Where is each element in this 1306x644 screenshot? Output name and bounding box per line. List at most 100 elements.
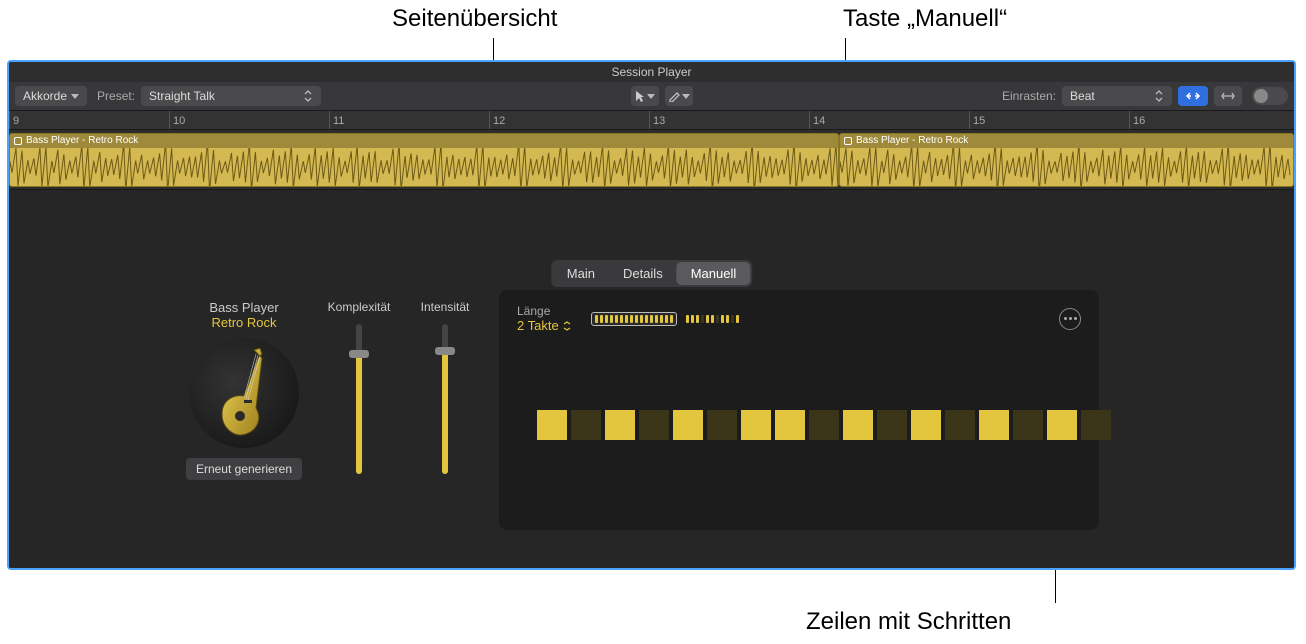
page-dot (670, 315, 673, 323)
step-cell[interactable] (809, 410, 839, 440)
page-dot (701, 315, 704, 323)
step-cell[interactable] (673, 410, 703, 440)
window-title: Session Player (611, 65, 691, 79)
pointer-tool[interactable] (631, 86, 659, 106)
length-select[interactable]: 2 Takte (517, 318, 571, 333)
timeline-ruler[interactable]: 910111213141516 (9, 110, 1294, 130)
step-cell[interactable] (571, 410, 601, 440)
tab-details[interactable]: Details (609, 262, 677, 285)
step-cell[interactable] (741, 410, 771, 440)
window-titlebar: Session Player (9, 62, 1294, 82)
step-cell[interactable] (911, 410, 941, 440)
region-name: Bass Player - Retro Rock (26, 134, 138, 148)
ellipsis-icon (1064, 317, 1077, 320)
step-cell[interactable] (877, 410, 907, 440)
page-dot (620, 315, 623, 323)
chevron-down-icon (682, 94, 690, 99)
page-dot (630, 315, 633, 323)
page-dot (711, 315, 714, 323)
complexity-slider[interactable] (356, 324, 362, 474)
waveform (10, 148, 838, 186)
audio-region[interactable]: Bass Player - Retro Rock (839, 133, 1294, 187)
page-dot (721, 315, 724, 323)
complexity-label: Komplexität (328, 300, 391, 314)
ruler-mark: 10 (169, 111, 185, 129)
step-cell[interactable] (775, 410, 805, 440)
loop-icon (14, 137, 22, 145)
page-dot (736, 315, 739, 323)
chevron-down-icon (71, 94, 79, 99)
page-overview (591, 312, 742, 326)
audio-region[interactable]: Bass Player - Retro Rock (9, 133, 839, 187)
chords-button[interactable]: Akkorde (15, 86, 87, 106)
pencil-tool[interactable] (665, 86, 693, 106)
regenerate-button[interactable]: Erneut generieren (186, 458, 302, 480)
track-lane[interactable]: Bass Player - Retro Rock Bass Player - Re… (9, 130, 1294, 190)
step-cell[interactable] (639, 410, 669, 440)
page-thumbnail[interactable] (683, 313, 742, 325)
length-value: 2 Takte (517, 318, 559, 333)
more-button[interactable] (1059, 308, 1081, 330)
tab-manual[interactable]: Manuell (677, 262, 751, 285)
ruler-mark: 14 (809, 111, 825, 129)
step-cell[interactable] (843, 410, 873, 440)
step-cell[interactable] (979, 410, 1009, 440)
updown-icon (1154, 90, 1164, 102)
preset-value: Straight Talk (149, 89, 215, 103)
page-dot (686, 315, 689, 323)
step-cell[interactable] (1047, 410, 1077, 440)
stretch-button[interactable] (1214, 86, 1242, 106)
ruler-mark: 13 (649, 111, 665, 129)
preset-label: Preset: (97, 89, 135, 103)
instrument-type-label: Bass Player (209, 300, 278, 315)
page-dot (731, 315, 734, 323)
snap-fit-icon (1185, 90, 1201, 102)
page-dot (716, 315, 719, 323)
editor-area: Main Details Manuell Bass Player Retro R… (9, 190, 1294, 568)
chevron-down-icon (647, 94, 655, 99)
page-dot (665, 315, 668, 323)
page-dot (645, 315, 648, 323)
ruler-mark: 15 (969, 111, 985, 129)
preset-select[interactable]: Straight Talk (141, 86, 321, 106)
callout-manual-button: Taste „Manuell“ (843, 5, 1007, 33)
complexity-slider-column: Komplexität (323, 300, 395, 474)
snap-value: Beat (1070, 89, 1095, 103)
region-header: Bass Player - Retro Rock (10, 134, 838, 148)
page-dot (600, 315, 603, 323)
toolbar: Akkorde Preset: Straight Talk Einrasten:… (9, 82, 1294, 110)
page-dot (660, 315, 663, 323)
page-dot (640, 315, 643, 323)
step-cell[interactable] (605, 410, 635, 440)
waveform (840, 148, 1293, 186)
loop-icon (844, 137, 852, 145)
bass-guitar-icon (209, 348, 279, 438)
page-dot (655, 315, 658, 323)
step-cell[interactable] (1013, 410, 1043, 440)
page-dot (615, 315, 618, 323)
step-cell[interactable] (537, 410, 567, 440)
snap-select[interactable]: Beat (1062, 86, 1172, 106)
link-toggle[interactable] (1252, 87, 1288, 105)
page-thumbnail[interactable] (591, 312, 677, 326)
instrument-block: Bass Player Retro Rock Erneut generieren (179, 300, 499, 480)
region-header: Bass Player - Retro Rock (840, 134, 1293, 148)
editor-tabs: Main Details Manuell (551, 260, 752, 287)
tab-main[interactable]: Main (553, 262, 609, 285)
updown-icon (303, 90, 313, 102)
step-cell[interactable] (1081, 410, 1111, 440)
page-dot (610, 315, 613, 323)
page-dot (595, 315, 598, 323)
snap-to-grid-button[interactable] (1178, 86, 1208, 106)
intensity-slider[interactable] (442, 324, 448, 474)
page-dot (625, 315, 628, 323)
step-cell[interactable] (945, 410, 975, 440)
region-name: Bass Player - Retro Rock (856, 134, 968, 148)
step-cell[interactable] (707, 410, 737, 440)
instrument-image[interactable] (189, 338, 299, 448)
stretch-icon (1220, 90, 1236, 102)
ruler-mark: 11 (329, 111, 344, 129)
callout-step-rows: Zeilen mit Schritten (806, 608, 1011, 636)
panel-header: Länge 2 Takte (517, 304, 1081, 333)
page-dot (696, 315, 699, 323)
